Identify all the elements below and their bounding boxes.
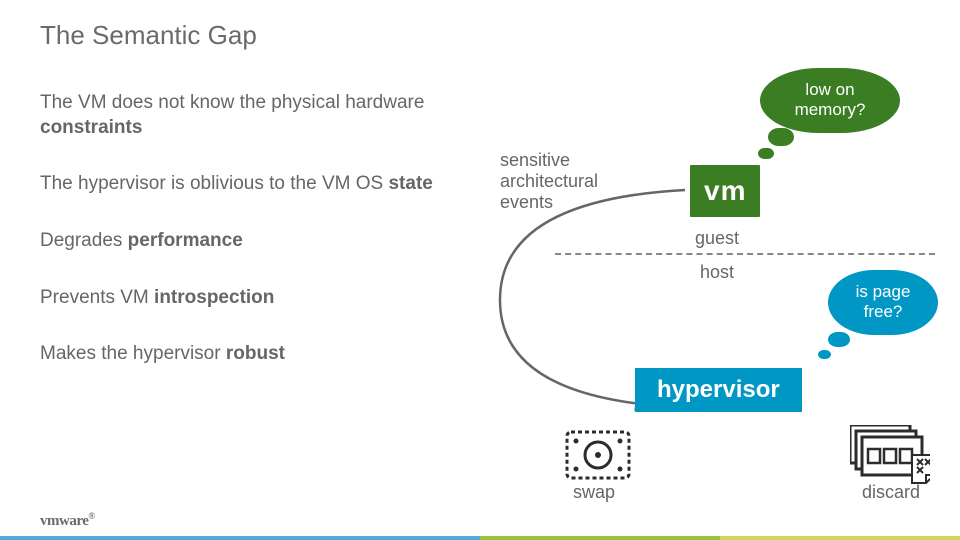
- bullet-4-pre: Prevents VM: [40, 287, 154, 308]
- cloud-low-memory: low on memory?: [760, 68, 900, 133]
- slide-title: The Semantic Gap: [40, 20, 920, 51]
- bullet-1-pre: The VM does not know the physical hardwa…: [40, 92, 424, 113]
- swap-icon: [565, 430, 631, 480]
- bullet-3-pre: Degrades: [40, 230, 128, 251]
- bullet-3: Degrades performance: [40, 229, 440, 254]
- bullet-list: The VM does not know the physical hardwa…: [40, 91, 440, 367]
- bullet-3-bold: performance: [128, 230, 243, 251]
- bullet-5-pre: Makes the hypervisor: [40, 343, 226, 364]
- footer-accent-bar: [0, 536, 960, 540]
- cloud-low-memory-text: low on memory?: [795, 80, 866, 119]
- diagram-area: low on memory? vm sensitive architectura…: [470, 80, 940, 520]
- bullet-2: The hypervisor is oblivious to the VM OS…: [40, 172, 440, 197]
- discard-icon: [850, 425, 916, 475]
- bullet-4: Prevents VM introspection: [40, 286, 440, 311]
- vm-box: vm: [690, 165, 760, 217]
- cloud-is-page-free: is page free?: [828, 270, 938, 335]
- bullet-2-pre: The hypervisor is oblivious to the VM OS: [40, 173, 388, 194]
- bullet-5: Makes the hypervisor robust: [40, 342, 440, 367]
- hypervisor-box: hypervisor: [635, 368, 802, 412]
- label-swap: swap: [573, 482, 615, 503]
- vmware-logo: vmware®: [40, 511, 95, 530]
- vm-box-text: vm: [704, 175, 746, 206]
- label-guest: guest: [695, 228, 739, 249]
- hypervisor-box-text: hypervisor: [657, 376, 780, 403]
- bullet-1-bold: constraints: [40, 117, 142, 138]
- bullet-4-bold: introspection: [154, 287, 274, 308]
- bullet-5-bold: robust: [226, 343, 285, 364]
- label-discard: discard: [862, 482, 920, 503]
- bullet-1: The VM does not know the physical hardwa…: [40, 91, 440, 140]
- label-host: host: [700, 262, 734, 283]
- cloud-is-page-free-text: is page free?: [856, 282, 911, 321]
- guest-host-divider: [555, 253, 935, 255]
- bullet-2-bold: state: [388, 173, 432, 194]
